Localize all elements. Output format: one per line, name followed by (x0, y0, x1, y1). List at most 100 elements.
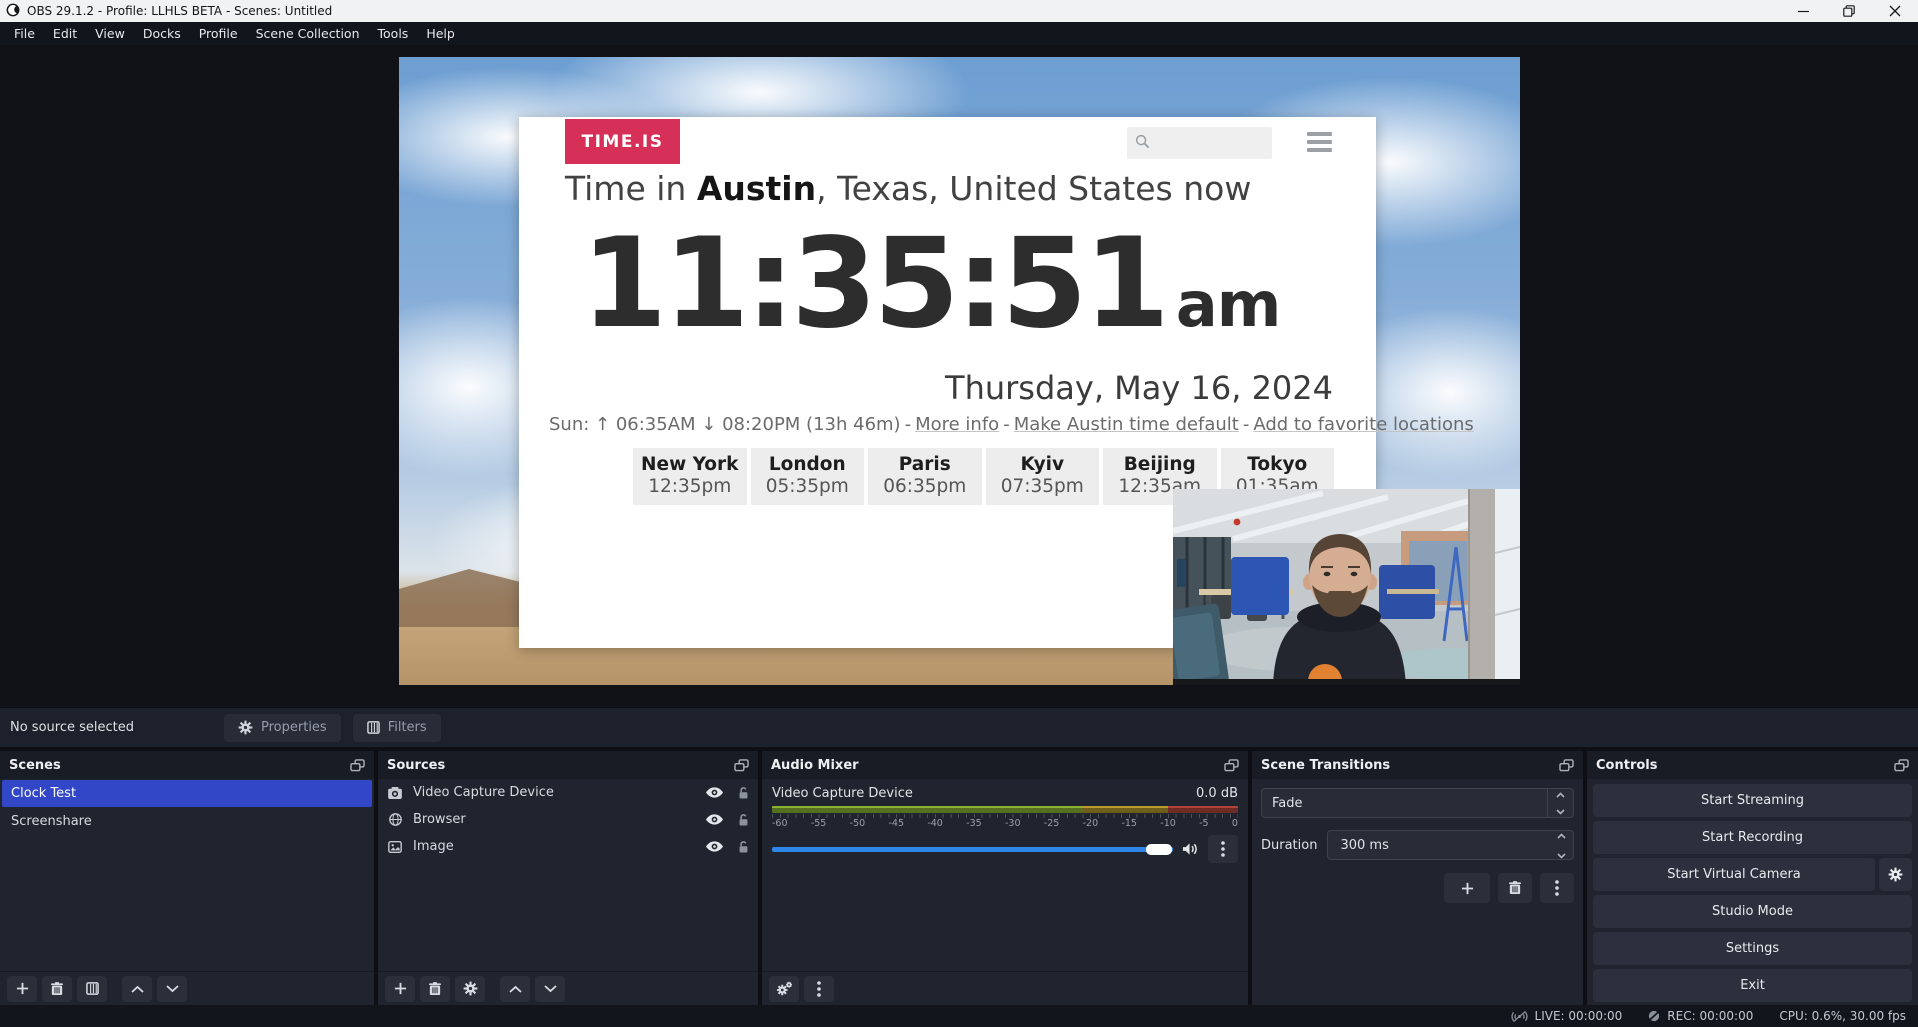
menu-edit[interactable]: Edit (44, 22, 86, 45)
timeis-logo: TIME.IS (565, 119, 680, 164)
mixer-channel-name: Video Capture Device (772, 786, 913, 801)
source-item-video-capture[interactable]: Video Capture Device (378, 779, 758, 806)
start-virtual-camera-button[interactable]: Start Virtual Camera (1593, 858, 1875, 891)
image-icon (387, 841, 403, 853)
sources-dock: Sources Video Capture Device Browser (378, 751, 758, 1005)
rec-timer: REC: 00:00:00 (1667, 1009, 1753, 1023)
source-properties-button[interactable] (455, 976, 485, 1002)
move-scene-up-button[interactable] (122, 976, 152, 1002)
scene-filters-button[interactable] (77, 976, 107, 1002)
start-recording-button[interactable]: Start Recording (1593, 821, 1912, 854)
popout-icon[interactable] (1894, 759, 1909, 772)
speaker-icon[interactable] (1182, 842, 1199, 856)
transition-options-button[interactable] (1540, 873, 1574, 903)
mixer-menu-button[interactable] (804, 976, 834, 1002)
menu-profile[interactable]: Profile (190, 22, 247, 45)
source-item-image[interactable]: Image (378, 833, 758, 860)
lock-toggle[interactable] (738, 813, 749, 827)
move-source-up-button[interactable] (500, 976, 530, 1002)
filters-button[interactable]: Filters (353, 714, 441, 742)
controls-dock-header[interactable]: Controls (1587, 751, 1918, 779)
popout-icon[interactable] (1559, 759, 1574, 772)
live-timer: LIVE: 00:00:00 (1535, 1009, 1623, 1023)
restore-button[interactable] (1826, 0, 1872, 22)
window-title: OBS 29.1.2 - Profile: LLHLS BETA - Scene… (27, 4, 332, 18)
properties-button[interactable]: Properties (224, 714, 341, 742)
obs-window: OBS 29.1.2 - Profile: LLHLS BETA - Scene… (0, 0, 1918, 1027)
popout-icon[interactable] (1224, 759, 1239, 772)
transitions-dock: Scene Transitions Fade Duration 300 ms (1252, 751, 1583, 1005)
visibility-toggle[interactable] (706, 814, 723, 825)
exit-button[interactable]: Exit (1593, 969, 1912, 1002)
clock-meridiem: am (1176, 268, 1280, 341)
transition-select[interactable]: Fade (1261, 788, 1574, 818)
lock-toggle[interactable] (738, 786, 749, 800)
no-source-message: No source selected (10, 720, 134, 735)
spin-down-button[interactable] (1557, 848, 1566, 863)
add-transition-button[interactable] (1444, 873, 1490, 903)
city-card: London05:35pm (751, 448, 865, 505)
menu-docks[interactable]: Docks (134, 22, 190, 45)
source-item-browser[interactable]: Browser (378, 806, 758, 833)
scenes-dock-header[interactable]: Scenes (0, 751, 374, 779)
virtual-camera-settings-button[interactable] (1879, 858, 1912, 891)
popout-icon[interactable] (734, 759, 749, 772)
remove-source-button[interactable] (420, 976, 450, 1002)
scene-item-clock-test[interactable]: Clock Test (2, 780, 372, 807)
spin-up-button[interactable] (1557, 828, 1566, 843)
minimize-button[interactable] (1780, 0, 1826, 22)
lock-toggle[interactable] (738, 840, 749, 854)
more-info-link: More info (915, 414, 999, 435)
scene-list: Clock Test Screenshare (0, 779, 374, 971)
sources-dock-header[interactable]: Sources (378, 751, 758, 779)
hamburger-menu-icon (1307, 132, 1332, 152)
mixer-options-button[interactable] (1208, 835, 1238, 863)
combo-chevrons[interactable] (1547, 789, 1573, 817)
gear-icon (238, 720, 253, 735)
move-scene-down-button[interactable] (157, 976, 187, 1002)
menu-bar: File Edit View Docks Profile Scene Colle… (0, 22, 1918, 45)
volume-slider[interactable] (772, 847, 1173, 852)
menu-tools[interactable]: Tools (369, 22, 418, 45)
controls-dock: Controls Start Streaming Start Recording… (1587, 751, 1918, 1005)
search-icon (1135, 134, 1150, 153)
menu-file[interactable]: File (5, 22, 44, 45)
program-preview[interactable]: TIME.IS Time in Austin, Texas, United St… (399, 57, 1520, 685)
transitions-dock-header[interactable]: Scene Transitions (1252, 751, 1583, 779)
preview-area: TIME.IS Time in Austin, Texas, United St… (0, 45, 1918, 707)
menu-scene-collection[interactable]: Scene Collection (247, 22, 369, 45)
add-source-button[interactable] (385, 976, 415, 1002)
duration-label: Duration (1261, 838, 1317, 853)
globe-icon (387, 813, 403, 826)
transitions-body: Fade Duration 300 ms (1252, 779, 1583, 1005)
context-bar: No source selected Properties Filters (0, 707, 1918, 747)
studio-mode-button[interactable]: Studio Mode (1593, 895, 1912, 928)
audio-mixer-dock-header[interactable]: Audio Mixer (762, 751, 1248, 779)
move-source-down-button[interactable] (535, 976, 565, 1002)
volume-slider-handle[interactable] (1146, 844, 1172, 855)
close-button[interactable] (1872, 0, 1918, 22)
city-card: Paris06:35pm (868, 448, 982, 505)
record-inactive-icon (1648, 1010, 1660, 1022)
visibility-toggle[interactable] (706, 841, 723, 852)
advanced-audio-button[interactable] (769, 976, 799, 1002)
remove-scene-button[interactable] (42, 976, 72, 1002)
start-streaming-button[interactable]: Start Streaming (1593, 784, 1912, 817)
audio-mixer-body: Video Capture Device 0.0 dB -60-55-50-45… (762, 779, 1248, 971)
sources-toolbar (378, 971, 758, 1005)
scene-item-screenshare[interactable]: Screenshare (2, 808, 372, 835)
menu-help[interactable]: Help (417, 22, 464, 45)
stream-inactive-icon (1511, 1010, 1528, 1023)
audio-mixer-toolbar (762, 971, 1248, 1005)
remove-transition-button[interactable] (1498, 873, 1532, 903)
window-controls (1780, 0, 1918, 22)
add-scene-button[interactable] (7, 976, 37, 1002)
menu-view[interactable]: View (86, 22, 134, 45)
visibility-toggle[interactable] (706, 787, 723, 798)
popout-icon[interactable] (350, 759, 365, 772)
settings-button[interactable]: Settings (1593, 932, 1912, 965)
meter-scale: -60-55-50-45-40-35-30-25-20-15-10-50 (772, 818, 1238, 829)
cpu-fps-stats: CPU: 0.6%, 30.00 fps (1779, 1009, 1906, 1023)
obs-logo-icon (6, 3, 20, 20)
duration-spinbox[interactable]: 300 ms (1327, 830, 1574, 860)
